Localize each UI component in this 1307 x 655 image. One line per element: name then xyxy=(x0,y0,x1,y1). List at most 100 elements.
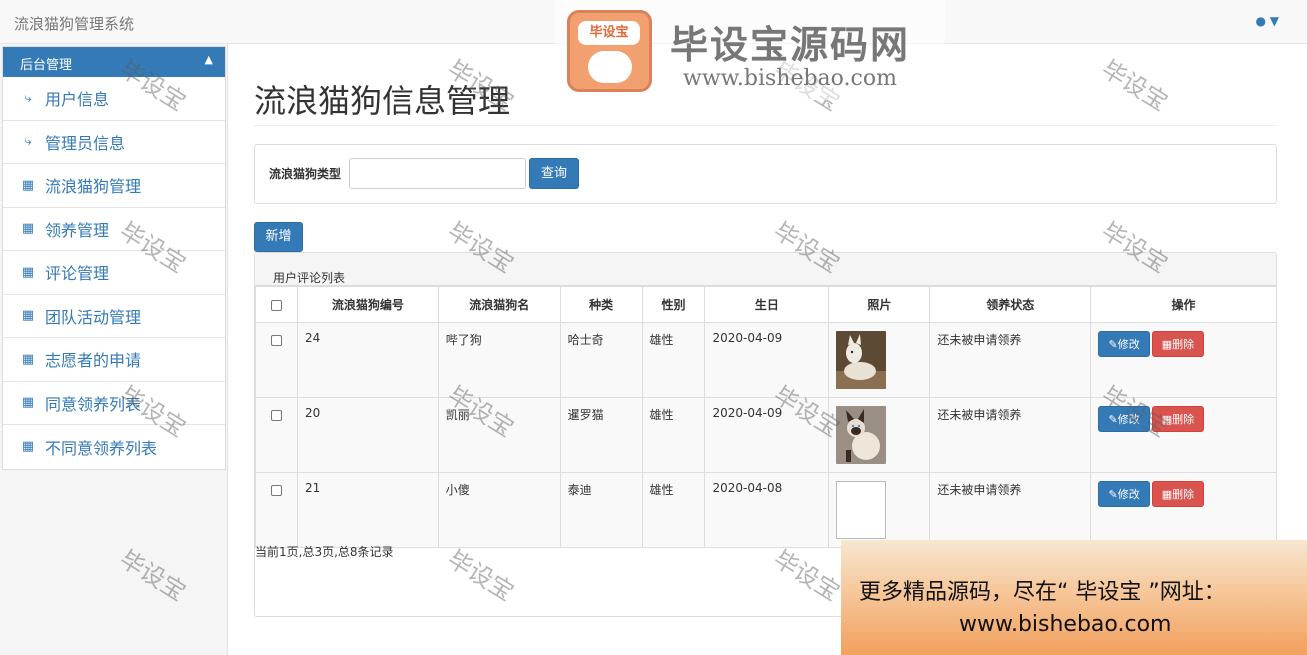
delete-label: 删除 xyxy=(1172,413,1195,426)
cell-actions: ✎修改 ▦删除 xyxy=(1090,322,1277,398)
cell-photo xyxy=(828,397,931,473)
logo-badge-text: 毕设宝 xyxy=(578,21,640,45)
cell-actions: ✎修改 ▦删除 xyxy=(1090,397,1277,473)
table-row: 21 小傻 泰迪 雄性 2020-04-08 还未被申请领养 ✎修改 ▦删除 xyxy=(255,472,1277,548)
edit-label: 修改 xyxy=(1117,413,1140,426)
cell-status: 还未被申请领养 xyxy=(929,322,1092,398)
husky-photo xyxy=(836,331,887,389)
cell-kind: 泰迪 xyxy=(559,472,643,548)
sidebar-item-label: 不同意领养列表 xyxy=(45,438,158,458)
sidebar-item-approved-adoptions[interactable]: ▦ 同意领养列表 xyxy=(3,382,225,425)
cell-sex: 雄性 xyxy=(641,472,706,548)
sidebar: 后台管理 ▲ ⤷ 用户信息 ⤷ 管理员信息 ▦ 流浪猫狗管理 ▦ 领养管理 ▦ … xyxy=(0,44,228,655)
search-button[interactable]: 查询 xyxy=(529,158,579,189)
promo-text: 更多精品源码，尽在“ 毕设宝 ”网址： xyxy=(859,580,1226,605)
cell-birthday: 2020-04-09 xyxy=(704,397,830,473)
pencil-icon: ✎ xyxy=(1108,488,1118,501)
edit-button[interactable]: ✎修改 xyxy=(1098,406,1151,432)
cell-birthday: 2020-04-09 xyxy=(704,322,830,398)
sidebar-header[interactable]: 后台管理 ▲ xyxy=(3,47,225,77)
caret-down-icon: ▼ xyxy=(1269,14,1279,28)
promo-url: www.bishebao.com xyxy=(959,612,1172,637)
sitemap-icon: ▦ xyxy=(21,351,35,367)
sidebar-item-team-activity[interactable]: ▦ 团队活动管理 xyxy=(3,295,225,338)
row-checkbox[interactable] xyxy=(270,335,282,346)
pet-table: 流浪猫狗编号 流浪猫狗名 种类 性别 生日 照片 领养状态 操作 24 哔了狗 … xyxy=(255,286,1277,548)
search-label: 流浪猫狗类型 xyxy=(269,167,342,181)
logo-title: 毕设宝源码网 xyxy=(670,23,911,67)
row-checkbox[interactable] xyxy=(270,485,282,496)
cell-kind: 暹罗猫 xyxy=(559,397,643,473)
sitemap-icon: ▦ xyxy=(21,439,35,455)
table-row: 20 凯丽 暹罗猫 雄性 2020-04-09 还未被申请领养 ✎修改 ▦删除 xyxy=(255,397,1277,473)
delete-button[interactable]: ▦删除 xyxy=(1151,481,1204,507)
row-checkbox[interactable] xyxy=(270,410,282,421)
sidebar-item-comment-management[interactable]: ▦ 评论管理 xyxy=(3,251,225,295)
column-header: 流浪猫狗名 xyxy=(437,286,561,323)
list-title: 用户评论列表 xyxy=(255,253,1276,286)
select-all-checkbox-cell xyxy=(255,286,298,323)
user-icon: ● xyxy=(1255,14,1266,28)
cell-photo xyxy=(828,472,931,548)
column-header: 生日 xyxy=(704,286,830,323)
sidebar-item-label: 领养管理 xyxy=(45,220,110,240)
promo-banner: 更多精品源码，尽在“ 毕设宝 ”网址： www.bishebao.com xyxy=(841,540,1307,655)
cell-id: 24 xyxy=(296,322,439,398)
delete-button[interactable]: ▦删除 xyxy=(1151,331,1204,357)
select-all-checkbox[interactable] xyxy=(270,299,282,311)
sidebar-item-pet-management[interactable]: ▦ 流浪猫狗管理 xyxy=(3,164,225,208)
column-header: 领养状态 xyxy=(929,286,1092,323)
bolt-icon: ⤷ xyxy=(24,134,32,150)
cell-status: 还未被申请领养 xyxy=(929,472,1092,548)
cell-status: 还未被申请领养 xyxy=(929,397,1092,473)
cell-actions: ✎修改 ▦删除 xyxy=(1090,472,1277,548)
cell-photo xyxy=(828,322,931,398)
sidebar-item-label: 流浪猫狗管理 xyxy=(45,177,142,197)
siamese-cat-photo xyxy=(836,406,887,464)
sidebar-item-adoption-management[interactable]: ▦ 领养管理 xyxy=(3,208,225,251)
table-row: 24 哔了狗 哈士奇 雄性 2020-04-09 还未被申请领养 ✎修改 ▦删除 xyxy=(255,322,1277,398)
row-checkbox-cell xyxy=(255,397,298,473)
page-title: 流浪猫狗信息管理 xyxy=(254,82,511,120)
logo-face-icon xyxy=(588,51,632,83)
user-menu[interactable]: ● ▼ xyxy=(1255,14,1279,28)
column-header: 照片 xyxy=(828,286,931,323)
edit-button[interactable]: ✎修改 xyxy=(1098,331,1151,357)
cell-sex: 雄性 xyxy=(641,397,706,473)
sidebar-header-label: 后台管理 xyxy=(20,58,73,73)
add-button[interactable]: 新增 xyxy=(254,222,303,252)
sitemap-icon: ▦ xyxy=(21,395,35,411)
chevron-up-icon: ▲ xyxy=(204,53,213,66)
cell-name: 小傻 xyxy=(437,472,561,548)
app-title[interactable]: 流浪猫狗管理系统 xyxy=(14,13,134,34)
logo-badge-icon: 毕设宝 xyxy=(567,10,652,92)
pencil-icon: ✎ xyxy=(1108,338,1118,351)
sidebar-item-label: 同意领养列表 xyxy=(45,394,142,414)
sidebar-item-user-info[interactable]: ⤷ 用户信息 xyxy=(3,77,225,121)
column-header: 性别 xyxy=(641,286,706,323)
edit-button[interactable]: ✎修改 xyxy=(1098,481,1151,507)
cell-sex: 雄性 xyxy=(641,322,706,398)
sitemap-icon: ▦ xyxy=(21,221,35,237)
sitemap-icon: ▦ xyxy=(21,264,35,280)
sidebar-item-label: 团队活动管理 xyxy=(45,307,142,327)
cell-birthday: 2020-04-08 xyxy=(704,472,830,548)
sidebar-item-rejected-adoptions[interactable]: ▦ 不同意领养列表 xyxy=(3,425,225,469)
sidebar-item-label: 管理员信息 xyxy=(45,133,126,153)
delete-button[interactable]: ▦删除 xyxy=(1151,406,1204,432)
broken-image-icon xyxy=(836,481,887,539)
trash-icon: ▦ xyxy=(1161,338,1173,351)
pet-type-search-input[interactable] xyxy=(349,158,526,189)
cell-id: 20 xyxy=(296,397,439,473)
cell-name: 哔了狗 xyxy=(437,322,561,398)
sidebar-item-volunteer-applications[interactable]: ▦ 志愿者的申请 xyxy=(3,338,225,382)
sitemap-icon: ▦ xyxy=(21,308,35,324)
column-header: 操作 xyxy=(1090,286,1277,323)
sidebar-item-admin-info[interactable]: ⤷ 管理员信息 xyxy=(3,121,225,164)
search-panel: 流浪猫狗类型 查询 xyxy=(254,144,1277,204)
sitemap-icon: ▦ xyxy=(21,177,35,193)
sidebar-item-label: 志愿者的申请 xyxy=(45,351,142,371)
delete-label: 删除 xyxy=(1172,488,1195,501)
cell-id: 21 xyxy=(296,472,439,548)
trash-icon: ▦ xyxy=(1161,488,1173,501)
